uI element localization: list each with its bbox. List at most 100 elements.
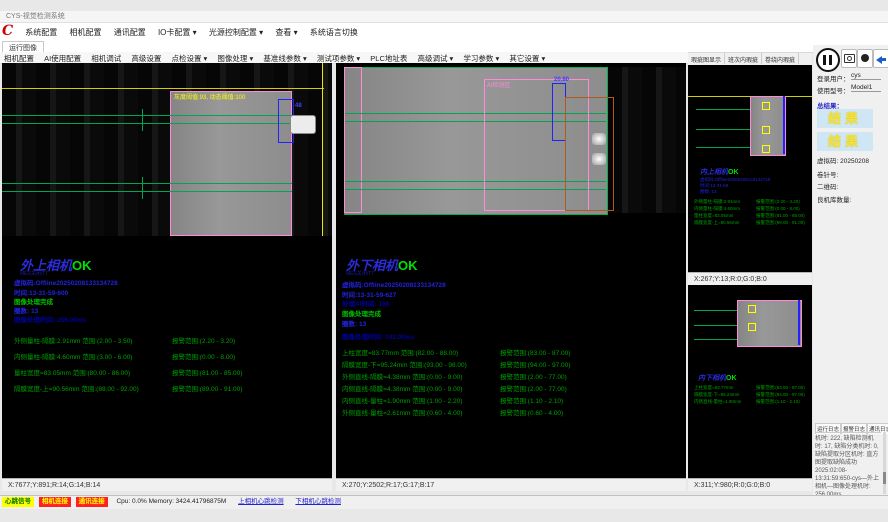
camera-snapshot-button[interactable] bbox=[841, 49, 857, 68]
top-camera-heartbeat-link[interactable]: 上相机心跳检测 bbox=[238, 496, 284, 508]
measure-row: 内侧直线-量柱=1.90mm 报警范围:(1.10 - 2.10) bbox=[694, 399, 810, 405]
alarm-range: 报警范围:(1.10 - 2.10) bbox=[756, 399, 800, 405]
pause-icon bbox=[823, 55, 826, 65]
pixel-status-bar-mid: X:270;Y:2502;R:17;G:17;B:17 bbox=[336, 478, 686, 491]
tab-run-image[interactable]: 运行图像 bbox=[2, 41, 44, 52]
control-panel: 登录用户： cys 使用型号： Model1 总结果： 结果 结果 虚拟码: 2… bbox=[813, 45, 888, 508]
overlay-ai-label: AI检测区 bbox=[487, 80, 511, 89]
model-label: 使用型号： bbox=[817, 85, 850, 95]
pause-button[interactable] bbox=[816, 48, 840, 72]
heartbeat-status-badge: 心跳信号 bbox=[2, 497, 34, 507]
camera-connection-badge: 相机连接 bbox=[39, 497, 71, 507]
measure-row: 量柱宽度=83.05mm 范围:(80.00 - 86.00) 报警范围:(81.… bbox=[14, 367, 324, 377]
measure-value: 内侧直线-量柱=1.90mm bbox=[694, 399, 741, 404]
pixel-status-bar-left: X:7677;Y:891;R:14;G:14;B:14 bbox=[2, 478, 332, 491]
menu-item-view[interactable]: 查看 ▾ bbox=[270, 23, 302, 38]
menu-item-comm-config[interactable]: 通讯配置 bbox=[109, 23, 151, 38]
overlay-green-line bbox=[696, 109, 750, 110]
overlay-green-tick bbox=[142, 109, 143, 131]
alarm-range: 报警范围:(1.10 - 2.10) bbox=[500, 395, 563, 405]
menu-item-language[interactable]: 系统语言切换 bbox=[305, 23, 363, 38]
mes-status-label: MES关闭/TT bbox=[346, 270, 374, 277]
measure-value: 外侧量柱-隔膜:2.91mm bbox=[694, 199, 740, 204]
menu-item-io-config[interactable]: IO卡配置 ▾ bbox=[153, 23, 202, 38]
overlay-threshold-label: 灰度阈值:93, 动态阈值:100 bbox=[174, 92, 245, 101]
overlay-blue-rect bbox=[552, 83, 566, 141]
tab-defect-image[interactable]: 瑕疵图显示 bbox=[688, 53, 725, 64]
overlay-tab-connector bbox=[290, 115, 316, 134]
menu-item-light-config[interactable]: 光源控制配置 ▾ bbox=[204, 23, 268, 38]
cpu-memory-status: Cpu: 0.0% Memory: 3424.41796875M bbox=[116, 496, 226, 508]
login-user-label: 登录用户： bbox=[817, 73, 850, 83]
overlay-green-line bbox=[696, 147, 750, 148]
overlay-green-line bbox=[2, 123, 292, 124]
camera-result-ok: OK bbox=[726, 375, 737, 382]
comm-connection-badge: 通讯连接 bbox=[76, 497, 108, 507]
camera-result-title: 内下相机OK bbox=[698, 373, 737, 383]
defect-tab-row: 瑕疵图显示班次内瑕疵卷绕内瑕疵 bbox=[688, 53, 812, 65]
measure-value: 外侧量柱-隔膜:2.91mm 范围:(2.00 - 3.50) bbox=[14, 338, 132, 345]
measure-row: 外侧直线-隔膜=4.38mm 范围:(0.00 - 9.00) 报警范围:(2.0… bbox=[342, 371, 682, 381]
app-logo-icon: C bbox=[2, 24, 18, 39]
power-button[interactable] bbox=[857, 49, 873, 68]
turns-line: 圈数: 13 bbox=[700, 189, 717, 195]
measure-row: 外侧直线-量柱=2.61mm 范围:(0.60 - 4.00) 报警范围:(0.6… bbox=[342, 407, 682, 417]
overlay-yellow-marker bbox=[748, 323, 756, 331]
camera-view-outer-top[interactable]: 灰度阈值:93, 动态阈值:100 48 外上相机OK MES关闭/TT 虚拟码… bbox=[2, 63, 332, 478]
camera-view-inner-top[interactable]: 内上相机OK 虚拟码:Offline20250208133134728 时间:1… bbox=[688, 65, 812, 272]
measure-row: 内侧直线-量柱=1.90mm 范围:(1.00 - 2.20)报警范围:(1.1… bbox=[342, 395, 682, 405]
measure-row: 内侧直线-隔膜=4.38mm 范围:(0.00 - 9.00)报警范围:(2.0… bbox=[342, 383, 682, 393]
pause-icon bbox=[829, 55, 832, 65]
camera-result-ok: OK bbox=[398, 258, 418, 273]
menu-item-system-config[interactable]: 系统配置 bbox=[20, 23, 62, 38]
measure-value: 隔膜宽度-上=90.56mm bbox=[694, 220, 739, 225]
result-box-bottom: 结果 bbox=[817, 132, 873, 151]
measure-value: 隔膜宽度-上=90.56mm 范围:(88.00 - 92.00) bbox=[14, 386, 139, 393]
exit-button[interactable] bbox=[873, 49, 888, 68]
overlay-orange-rect bbox=[565, 97, 614, 211]
measure-value: 量柱宽度=83.05mm 范围:(80.00 - 86.00) bbox=[14, 370, 130, 377]
overlay-green-line bbox=[2, 191, 292, 192]
overlay-product-region bbox=[737, 300, 802, 347]
measure-value: 外侧直线-隔膜=4.38mm 范围:(0.00 - 9.00) bbox=[342, 374, 462, 381]
measure-value: 上柱宽度=83.77mm bbox=[694, 385, 733, 390]
menu-item-camera-config[interactable]: 相机配置 bbox=[64, 23, 106, 38]
alarm-range: 报警范围:(2.00 - 77.00) bbox=[500, 371, 567, 381]
alarm-range: 报警范围:(2.20 - 3.20) bbox=[756, 199, 800, 205]
camera-result-ok: OK bbox=[72, 258, 92, 273]
camera-view-outer-bottom[interactable]: AI检测区 20.80 外下相机OK MES关闭/TT 虚拟码:Offline2… bbox=[336, 63, 686, 478]
camera-result-ok: OK bbox=[728, 169, 739, 176]
log-scrollbar[interactable] bbox=[883, 432, 886, 494]
alarm-range: 报警范围:(83.00 - 87.00) bbox=[756, 385, 805, 391]
measure-value: 内侧直线-隔膜=4.38mm 范围:(0.00 - 9.00) bbox=[342, 386, 462, 393]
overlay-green-line bbox=[694, 339, 737, 340]
alarm-range: 报警范围:(0.60 - 4.00) bbox=[500, 407, 563, 417]
tab-winding-defects[interactable]: 卷绕内瑕疵 bbox=[762, 53, 799, 64]
alarm-range: 报警范围:(0.00 - 8.00) bbox=[756, 206, 800, 212]
alarm-range: 报警范围:(83.00 - 87.00) bbox=[500, 347, 570, 357]
measure-value: 隔膜宽度-下=95.24mm 范围:(93.00 - 98.00) bbox=[342, 362, 467, 369]
pixel-status-bar-inner-top: X:267;Y:13;R:0;G:0;B:0 bbox=[688, 272, 812, 285]
alarm-range: 报警范围:(81.00 - 85.00) bbox=[756, 213, 805, 219]
bottom-camera-heartbeat-link[interactable]: 下相机心跳检测 bbox=[295, 496, 341, 508]
scrollbar-thumb[interactable] bbox=[883, 472, 886, 484]
overlay-green-line bbox=[694, 325, 737, 326]
tab-shift-defects[interactable]: 班次内瑕疵 bbox=[725, 53, 762, 64]
overlay-yellow-hline bbox=[2, 88, 324, 89]
alarm-range: 报警范围:(81.00 - 85.00) bbox=[172, 367, 242, 377]
measure-row: 外侧量柱-隔膜:2.91mm 报警范围:(2.20 - 3.20) bbox=[694, 199, 810, 205]
overlay-white-blob bbox=[592, 153, 606, 165]
alarm-range: 报警范围:(89.00 - 91.00) bbox=[172, 383, 242, 393]
ai-time-line: 处理AI时间: 168 bbox=[342, 298, 389, 308]
result-box-top: 结果 bbox=[817, 109, 873, 128]
process-time-line: 图像处理时间: 256.00ms bbox=[14, 314, 86, 324]
virtual-code-line: 虚拟码:Offline20250208133134728 bbox=[14, 277, 118, 287]
measure-value: 外侧直线-量柱=2.61mm 范围:(0.60 - 4.00) bbox=[342, 410, 462, 417]
virtual-code-line: 虚拟码:Offline20250208133134728 bbox=[342, 279, 446, 289]
camera-name: 内上相机 bbox=[700, 167, 728, 176]
camera-view-inner-bottom[interactable]: 内下相机OK 上柱宽度=83.77mm报警范围:(83.00 - 87.00) … bbox=[688, 285, 812, 478]
measure-row: 隔膜宽度-下=95.24mm 范围:(93.00 - 98.00)报警范围:(9… bbox=[342, 359, 682, 369]
alarm-range: 报警范围:(94.00 - 97.00) bbox=[756, 392, 805, 398]
overlay-yellow-marker bbox=[748, 305, 756, 313]
measure-row: 外侧量柱-隔膜:2.91mm 范围:(2.00 - 3.50)报警范围:(2.2… bbox=[14, 335, 324, 345]
